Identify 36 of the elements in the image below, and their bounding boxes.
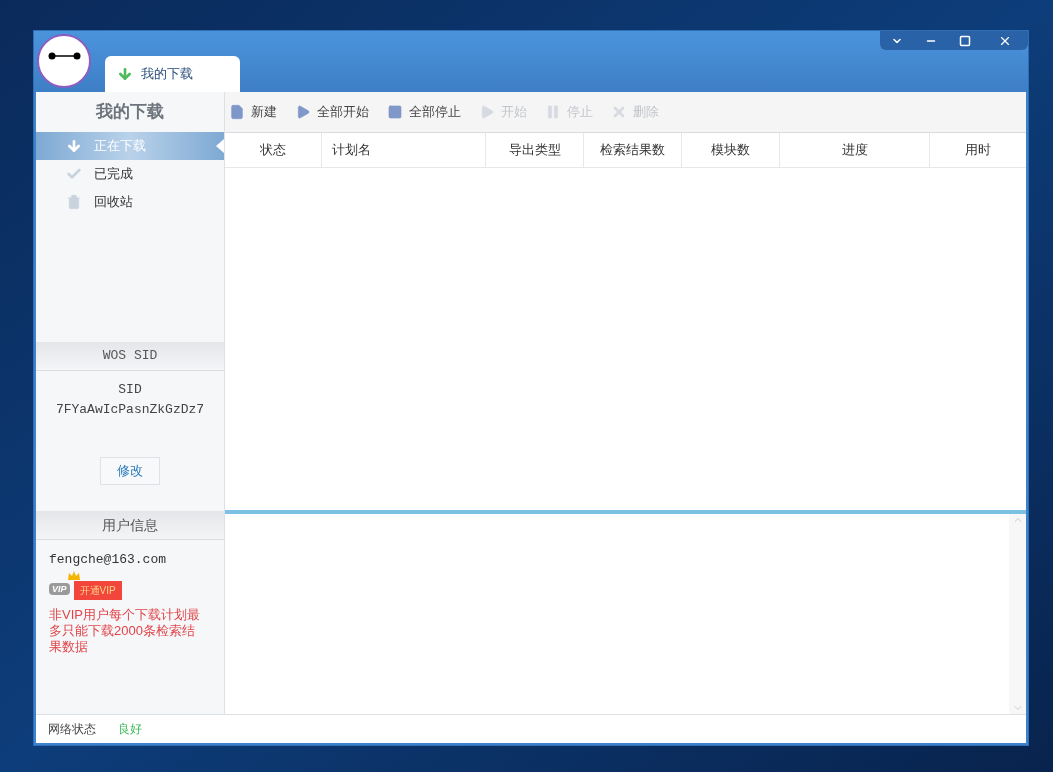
sid-label: SID: [118, 381, 142, 399]
panel-header: 用户信息: [102, 515, 158, 535]
sid-value: 7FYaAwIcPasnZkGzDz7: [55, 401, 205, 419]
column-header[interactable]: 计划名: [322, 133, 486, 167]
vip-badge: VIP: [49, 582, 70, 595]
column-header[interactable]: 状态: [225, 133, 322, 167]
panel-header: WOS SID: [102, 347, 158, 366]
download-arrow-icon: [117, 66, 133, 82]
column-header[interactable]: 模块数: [682, 133, 780, 167]
app-logo: [37, 34, 91, 88]
trash-icon: [66, 194, 82, 210]
play-icon: [295, 104, 311, 120]
user-email: fengche@163.com: [49, 551, 167, 569]
stop-icon: [387, 104, 403, 120]
nav-item[interactable]: 已完成: [36, 160, 224, 188]
toolbar-button[interactable]: 新建: [229, 102, 277, 122]
delete-icon: [611, 104, 627, 120]
check-icon: [66, 166, 82, 182]
status-label: 网络状态: [48, 721, 96, 738]
sidebar-title: 我的下载: [96, 101, 164, 124]
maximize-icon: [959, 34, 971, 47]
nav-item[interactable]: 回收站: [36, 188, 224, 216]
network-status: 良好: [118, 721, 142, 738]
pause-icon: [545, 104, 561, 120]
play-icon: [479, 104, 495, 120]
edit-button[interactable]: 修改: [100, 457, 160, 485]
document-icon: [229, 104, 245, 120]
vip-notice: 非VIP用户每个下载计划最多只能下载2000条检索结果数据: [49, 606, 201, 655]
tab[interactable]: 我的下载: [105, 56, 240, 92]
toolbar-button[interactable]: 全部开始: [295, 102, 369, 122]
column-header[interactable]: 导出类型: [486, 133, 584, 167]
column-header[interactable]: 检索结果数: [584, 133, 682, 167]
column-header[interactable]: 进度: [780, 133, 930, 167]
toolbar-button[interactable]: 全部停止: [387, 102, 461, 122]
column-header[interactable]: 用时: [930, 133, 1026, 167]
crown-icon: [67, 570, 80, 581]
